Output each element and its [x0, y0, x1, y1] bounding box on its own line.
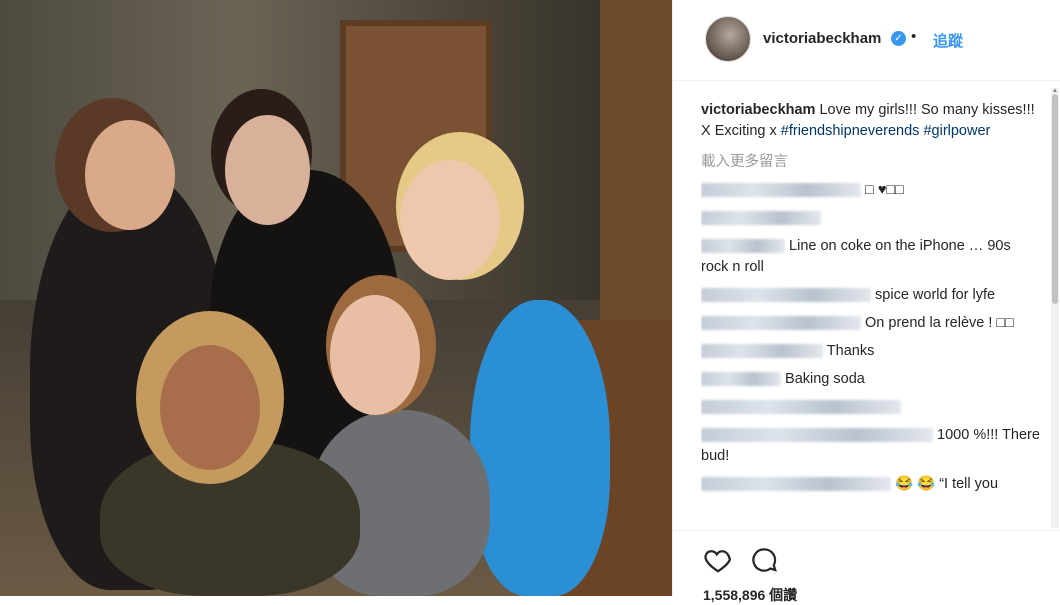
comments-scrollbar[interactable]: ▲	[1051, 88, 1059, 528]
comment-row: Line on coke on the iPhone … 90s rock n …	[701, 236, 1041, 278]
comment-text: 😂 😂 “I tell you	[895, 476, 999, 492]
post-actions: 1,558,896 個讚	[673, 530, 1060, 603]
post-photo[interactable]	[0, 0, 672, 596]
avatar[interactable]	[705, 16, 751, 62]
follow-button[interactable]: 追蹤	[933, 30, 963, 51]
post-username[interactable]: victoriabeckham	[763, 30, 881, 47]
comment-text: Baking soda	[785, 371, 865, 387]
hashtag-link[interactable]: #friendshipneverends	[781, 123, 920, 139]
load-more-comments-button[interactable]: 載入更多留言	[701, 152, 1041, 173]
blurred-username	[701, 211, 821, 226]
comment-row: 😂 😂 “I tell you	[701, 474, 1041, 495]
comment-row: On prend la relève ! □□	[701, 313, 1041, 334]
blurred-username	[701, 400, 901, 415]
comment-row	[701, 208, 1041, 229]
comment-text: spice world for lyfe	[875, 287, 996, 303]
likes-count[interactable]: 1,558,896 個讚	[703, 585, 797, 605]
comment-row: Thanks	[701, 341, 1041, 362]
hashtag-link[interactable]: #girlpower	[923, 123, 990, 139]
comment-text: On prend la relève ! □□	[865, 315, 1014, 331]
photo-doorframe	[600, 0, 672, 340]
heart-icon[interactable]	[703, 545, 733, 575]
photo-face-5	[160, 345, 260, 470]
separator-dot: •	[911, 28, 917, 45]
comment-text: □ ♥□□	[865, 182, 904, 198]
comment-row: Baking soda	[701, 369, 1041, 390]
verified-badge-icon: ✓	[891, 31, 906, 46]
comment-row: spice world for lyfe	[701, 285, 1041, 306]
comment-icon[interactable]	[749, 545, 779, 575]
post-sidebar: victoriabeckham ✓ • 追蹤 victoriabeckham L…	[672, 0, 1060, 603]
comment-text: Thanks	[826, 343, 875, 359]
blurred-username	[701, 428, 933, 443]
blurred-username	[701, 239, 785, 254]
scrollbar-thumb[interactable]	[1052, 94, 1058, 304]
blurred-username	[701, 477, 891, 492]
comment-row: 1000 %!!! There bud!	[701, 425, 1041, 467]
photo-face-3	[400, 160, 500, 280]
photo-person-3	[470, 300, 610, 596]
caption: victoriabeckham Love my girls!!! So many…	[701, 100, 1041, 142]
comment-row: □ ♥□□	[701, 180, 1041, 201]
photo-face-1	[85, 120, 175, 230]
photo-face-2	[225, 115, 310, 225]
post-header: victoriabeckham ✓ • 追蹤	[673, 0, 1060, 81]
caption-username[interactable]: victoriabeckham	[701, 102, 815, 118]
blurred-username	[701, 288, 871, 303]
photo-face-4	[330, 295, 420, 415]
comment-row	[701, 397, 1041, 418]
blurred-username	[701, 344, 823, 359]
comments-list: victoriabeckham Love my girls!!! So many…	[701, 100, 1041, 540]
blurred-username	[701, 316, 861, 331]
blurred-username	[701, 183, 861, 198]
blurred-username	[701, 372, 781, 387]
